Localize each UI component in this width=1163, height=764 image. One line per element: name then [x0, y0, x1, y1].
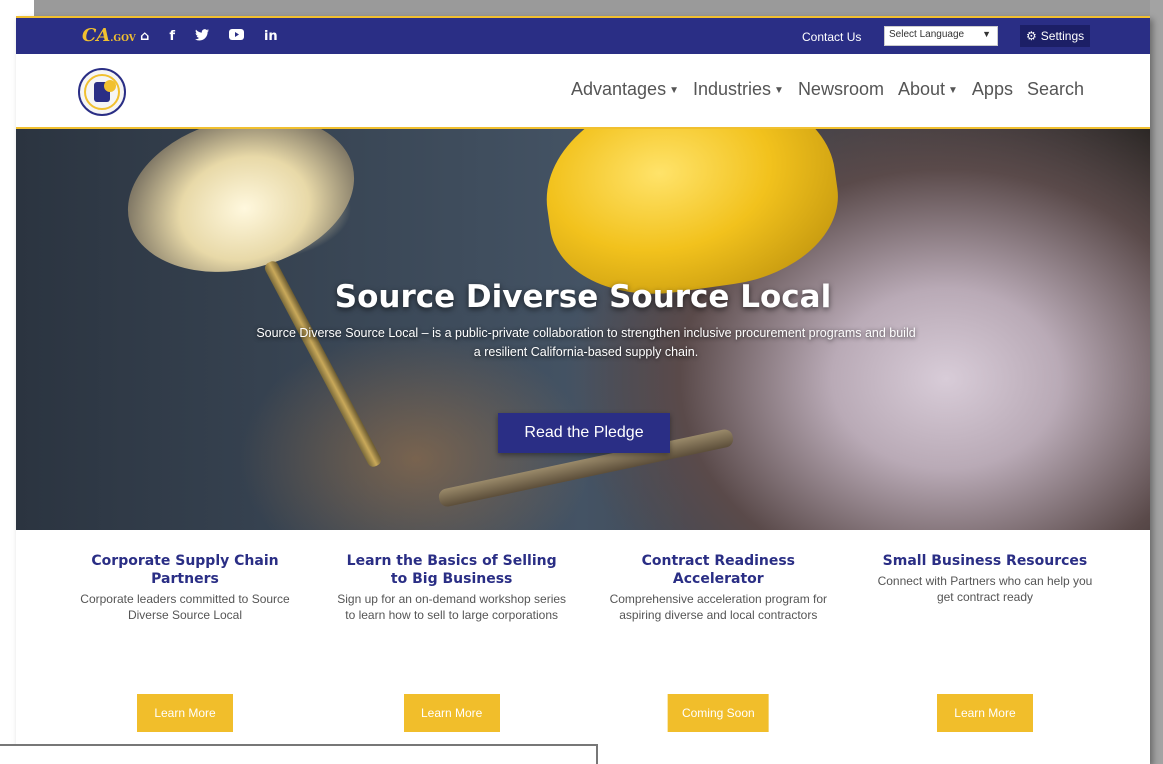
feature-cards: Corporate Supply Chain Partners Corporat… [70, 548, 1100, 748]
card-corporate-partners: Corporate Supply Chain Partners Corporat… [70, 548, 300, 748]
card-small-business: Small Business Resources Connect with Pa… [870, 548, 1100, 748]
hero-subtitle: Source Diverse Source Local – is a publi… [256, 326, 916, 359]
twitter-icon[interactable] [194, 29, 209, 46]
frame-right-shadow [1150, 0, 1163, 764]
nav-links: Advantages ▼ Industries ▼ Newsroom About ▼ … [571, 79, 1084, 100]
main-nav: Advantages ▼ Industries ▼ Newsroom About ▼ … [16, 54, 1150, 130]
nav-item-newsroom[interactable]: Newsroom [798, 79, 884, 100]
nav-item-advantages[interactable]: Advantages ▼ [571, 79, 679, 100]
nav-item-industries[interactable]: Industries ▼ [693, 79, 784, 100]
chevron-down-icon: ▼ [982, 29, 991, 39]
card-contract-accelerator: Contract Readiness Accelerator Comprehen… [603, 548, 833, 748]
language-select[interactable]: Select Language ▼ [884, 26, 998, 46]
browser-page: CA.GOV ⌂ f in Contact Us Select Language… [16, 16, 1150, 764]
utility-bar: CA.GOV ⌂ f in Contact Us Select Language… [16, 16, 1150, 54]
learn-more-button[interactable]: Learn More [403, 694, 500, 732]
learn-more-button[interactable]: Learn More [137, 694, 233, 732]
card-title: Learn the Basics of Selling to Big Busin… [346, 553, 557, 587]
ca-gov-logo-suffix: .GOV [110, 34, 136, 44]
home-icon[interactable]: ⌂ [140, 29, 149, 46]
learn-more-button[interactable]: Learn More [936, 694, 1033, 732]
card-text: Connect with Partners who can help you g… [877, 574, 1093, 604]
card-text: Sign up for an on-demand workshop series… [337, 592, 567, 622]
gobiz-seal-logo[interactable] [78, 68, 126, 116]
settings-button[interactable]: ⚙ Settings [1020, 25, 1091, 47]
card-title: Corporate Supply Chain Partners [91, 553, 279, 587]
card-text: Corporate leaders committed to Source Di… [80, 592, 290, 622]
contact-us-link[interactable]: Contact Us [802, 30, 861, 44]
card-text: Comprehensive acceleration program for a… [609, 592, 828, 622]
read-pledge-button[interactable]: Read the Pledge [498, 413, 670, 453]
overlapping-window-edge [0, 744, 598, 764]
ca-gov-logo-text: CA [82, 25, 111, 46]
ca-gov-logo[interactable]: CA.GOV [82, 25, 136, 46]
social-links: ⌂ f in [140, 29, 278, 46]
settings-label: Settings [1040, 29, 1085, 43]
nav-item-search[interactable]: Search [1027, 79, 1084, 100]
language-select-value: Select Language [889, 29, 965, 40]
coming-soon-button[interactable]: Coming Soon [667, 694, 769, 732]
caret-down-icon: ▼ [774, 85, 784, 96]
caret-down-icon: ▼ [669, 85, 679, 96]
nav-item-apps[interactable]: Apps [972, 79, 1013, 100]
card-selling-basics: Learn the Basics of Selling to Big Busin… [337, 548, 567, 748]
nav-item-about[interactable]: About ▼ [898, 79, 958, 100]
hero-banner: Source Diverse Source Local Source Diver… [16, 129, 1150, 530]
facebook-icon[interactable]: f [169, 29, 175, 46]
caret-down-icon: ▼ [948, 85, 958, 96]
card-title: Small Business Resources [882, 553, 1088, 569]
gear-icon: ⚙ [1026, 29, 1037, 43]
hero-title: Source Diverse Source Local [334, 279, 832, 315]
youtube-icon[interactable] [228, 29, 244, 46]
linkedin-icon[interactable]: in [264, 29, 278, 46]
hero-lamp-image [111, 129, 371, 295]
card-title: Contract Readiness Accelerator [641, 553, 796, 587]
